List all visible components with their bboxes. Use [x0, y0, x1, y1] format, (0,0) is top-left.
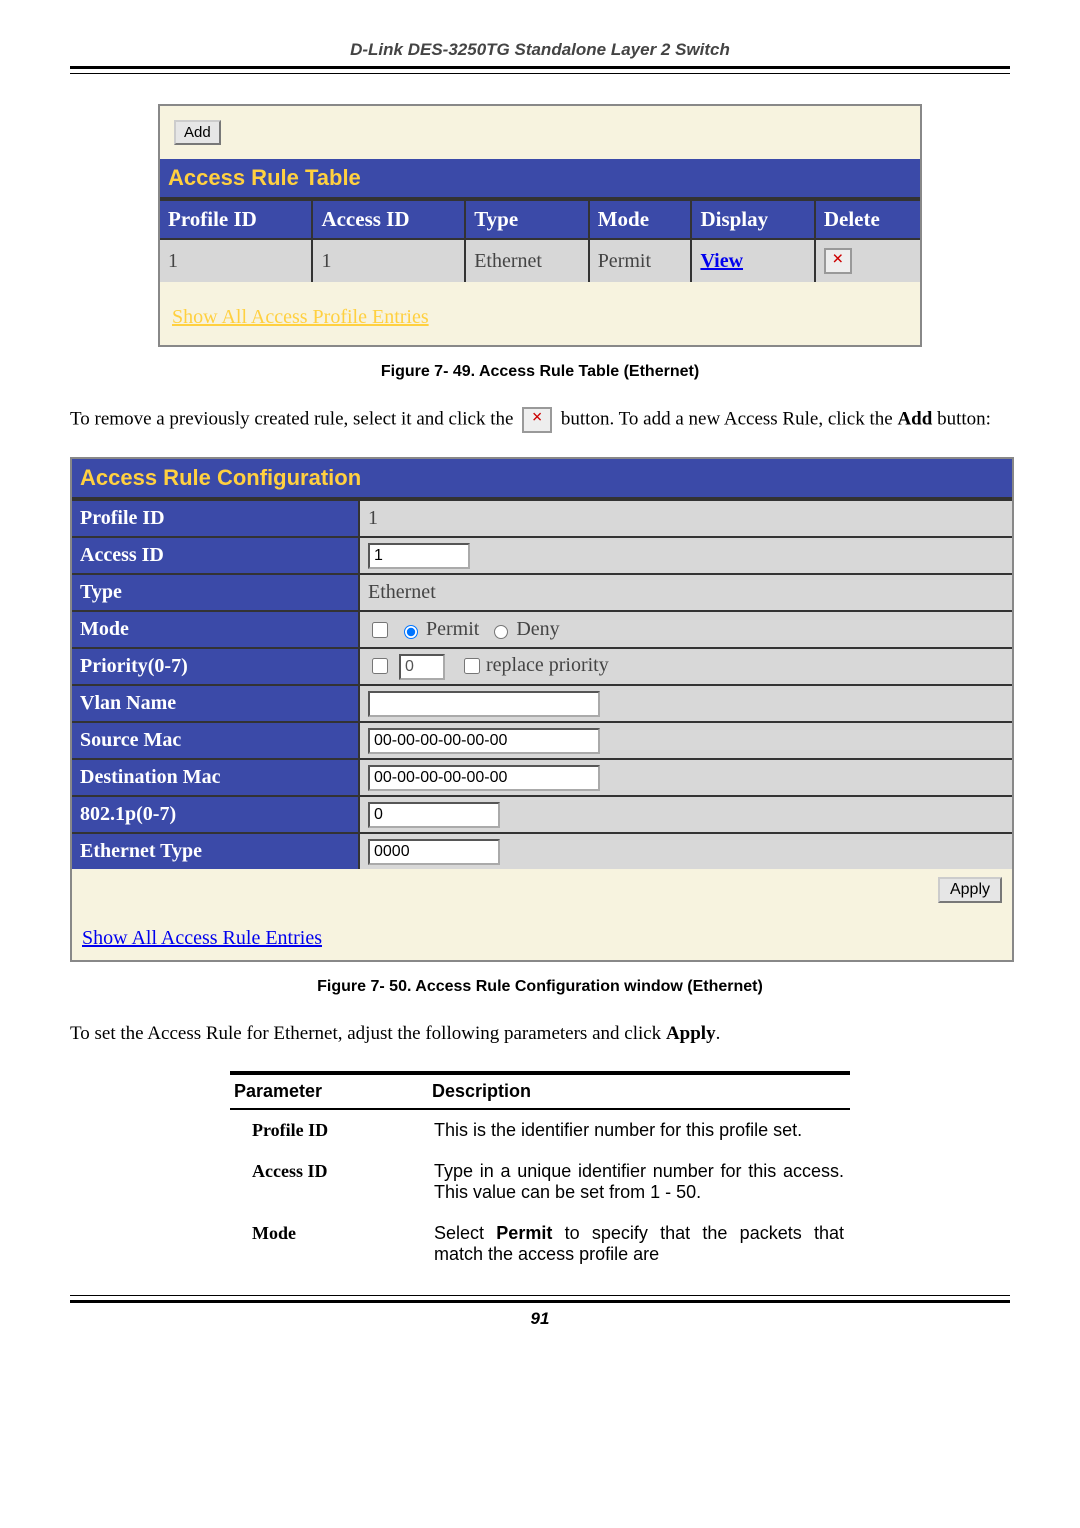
col-mode: Mode	[589, 200, 692, 239]
paragraph-remove-rule: To remove a previously created rule, sel…	[70, 407, 1010, 433]
access-rule-config-panel: Access Rule Configuration Profile ID 1 A…	[70, 457, 1014, 962]
show-all-profiles-link[interactable]: Show All Access Profile Entries	[172, 306, 429, 328]
value-type: Ethernet	[359, 574, 1012, 611]
apply-row: Apply	[72, 869, 1012, 911]
cell-delete: ×	[815, 239, 920, 282]
paragraph-set-rule: To set the Access Rule for Ethernet, adj…	[70, 1022, 1010, 1047]
col-delete: Delete	[815, 200, 920, 239]
col-type: Type	[465, 200, 589, 239]
destination-mac-input[interactable]	[368, 765, 600, 791]
label-priority: Priority(0-7)	[72, 648, 359, 685]
show-all-rules-link[interactable]: Show All Access Rule Entries	[82, 927, 322, 949]
delete-icon[interactable]: ×	[824, 248, 852, 274]
config-table: Profile ID 1 Access ID Type Ethernet Mod…	[72, 499, 1012, 869]
ethernet-type-input[interactable]	[368, 839, 500, 865]
apply-button[interactable]: Apply	[938, 877, 1002, 903]
col-profile-id: Profile ID	[160, 200, 312, 239]
desc-access-id: Type in a unique identifier number for t…	[428, 1151, 850, 1213]
close-icon: ×	[522, 407, 552, 433]
table-row: 1 1 Ethernet Permit View ×	[160, 239, 920, 282]
col-description: Description	[428, 1073, 850, 1109]
priority-enable-checkbox[interactable]	[372, 658, 388, 674]
col-parameter: Parameter	[230, 1073, 428, 1109]
param-mode: Mode	[230, 1213, 428, 1275]
8021p-input[interactable]	[368, 802, 500, 828]
page-header: D-Link DES-3250TG Standalone Layer 2 Swi…	[70, 40, 1010, 66]
access-rule-table-title: Access Rule Table	[160, 159, 920, 199]
col-display: Display	[691, 200, 814, 239]
figure-caption-49: Figure 7- 49. Access Rule Table (Etherne…	[70, 363, 1010, 381]
cell-display: View	[691, 239, 814, 282]
rule-top	[70, 66, 1010, 74]
cell-profile-id: 1	[160, 239, 312, 282]
desc-profile-id: This is the identifier number for this p…	[428, 1109, 850, 1151]
config-title: Access Rule Configuration	[72, 459, 1012, 499]
desc-mode: Select Permit to specify that the packet…	[428, 1213, 850, 1275]
page-number: 91	[70, 1309, 1010, 1329]
value-profile-id: 1	[359, 500, 1012, 537]
cell-type: Ethernet	[465, 239, 589, 282]
label-vlan: Vlan Name	[72, 685, 359, 722]
vlan-name-input[interactable]	[368, 691, 600, 717]
label-eth-type: Ethernet Type	[72, 833, 359, 869]
figure-caption-50: Figure 7- 50. Access Rule Configuration …	[70, 978, 1010, 996]
label-access-id: Access ID	[72, 537, 359, 574]
view-link[interactable]: View	[700, 250, 743, 272]
label-profile-id: Profile ID	[72, 500, 359, 537]
col-access-id: Access ID	[312, 200, 465, 239]
rule-bottom	[70, 1295, 1010, 1303]
access-rule-table: Profile ID Access ID Type Mode Display D…	[160, 199, 920, 282]
param-profile-id: Profile ID	[230, 1109, 428, 1151]
param-access-id: Access ID	[230, 1151, 428, 1213]
mode-deny-radio[interactable]	[494, 625, 508, 639]
label-type: Type	[72, 574, 359, 611]
access-rule-table-panel: Add Access Rule Table Profile ID Access …	[158, 104, 922, 347]
value-mode: Permit Deny	[359, 611, 1012, 648]
add-button[interactable]: Add	[174, 120, 221, 145]
access-id-input[interactable]	[368, 543, 470, 569]
cell-mode: Permit	[589, 239, 692, 282]
replace-priority-checkbox[interactable]	[464, 658, 480, 674]
label-mode: Mode	[72, 611, 359, 648]
mode-permit-radio[interactable]	[404, 625, 418, 639]
value-priority: replace priority	[359, 648, 1012, 685]
mode-enable-checkbox[interactable]	[372, 622, 388, 638]
label-8021p: 802.1p(0-7)	[72, 796, 359, 833]
priority-input[interactable]	[399, 654, 445, 680]
label-src-mac: Source Mac	[72, 722, 359, 759]
label-dst-mac: Destination Mac	[72, 759, 359, 796]
parameter-table: Parameter Description Profile ID This is…	[230, 1071, 850, 1275]
cell-access-id: 1	[312, 239, 465, 282]
source-mac-input[interactable]	[368, 728, 600, 754]
